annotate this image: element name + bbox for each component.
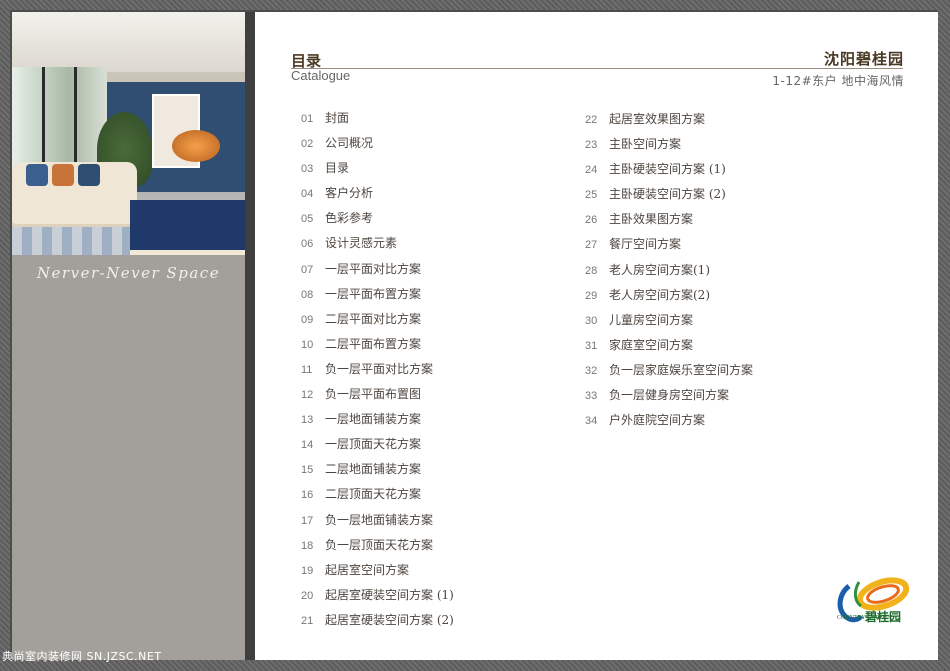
toc-item[interactable]: 13 一层地面铺装方案 — [301, 405, 454, 430]
toc-item[interactable]: 04 客户分析 — [301, 179, 454, 204]
toc-item[interactable]: 26 主卧效果图方案 — [585, 205, 753, 230]
toc-item[interactable]: 06 设计灵感元素 — [301, 229, 454, 254]
toc-item-label: 封面 — [325, 111, 350, 125]
toc-item-label: 公司概况 — [325, 136, 374, 151]
toc-item[interactable]: 20 起居室硬装空间方案 (1) — [301, 581, 454, 606]
toc-item[interactable]: 29 老人房空间方案(2) — [585, 281, 753, 306]
toc-item-label: 一层顶面天花方案 — [325, 437, 422, 452]
sidebar-slogan: Nerver-Never Space — [36, 264, 221, 282]
toc-item[interactable]: 07 一层平面对比方案 — [301, 255, 454, 280]
toc-item[interactable]: 08 一层平面布置方案 — [301, 280, 454, 305]
toc-item[interactable]: 18 负一层顶面天花方案 — [301, 531, 454, 556]
toc-item[interactable]: 31 家庭室空间方案 — [585, 331, 753, 356]
toc-item-label: 餐厅空间方案 — [609, 237, 682, 252]
toc-item[interactable]: 16 二层顶面天花方案 — [301, 480, 454, 505]
toc-item-number: 16 — [301, 489, 314, 502]
toc-left-column: 01 封面 02 公司概况 03 目录 04 客户分析 05 色彩参考 06 设计灵感元素 07 一层平面… — [301, 104, 454, 631]
toc-item-label: 老人房空间方案(2) — [609, 287, 710, 302]
toc-item[interactable]: 17 负一层地面铺装方案 — [301, 506, 454, 531]
toc-item[interactable]: 05 色彩参考 — [301, 204, 454, 229]
toc-item[interactable]: 14 一层顶面天花方案 — [301, 430, 454, 455]
project-name: 沈阳碧桂园 — [823, 50, 904, 68]
project-subtitle: 1-12#东户 地中海风情 — [772, 74, 904, 88]
toc-item-label: 目录 — [325, 161, 350, 176]
toc-item-label: 起居室硬装空间方案 (1) — [325, 587, 454, 602]
toc-item[interactable]: 09 二层平面对比方案 — [301, 305, 454, 330]
toc-item-label: 一层平面对比方案 — [325, 261, 422, 276]
toc-item[interactable]: 27 餐厅空间方案 — [585, 230, 753, 255]
toc-item[interactable]: 30 儿童房空间方案 — [585, 306, 753, 331]
toc-item-label: 二层地面铺装方案 — [325, 462, 422, 477]
toc-item[interactable]: 23 主卧空间方案 — [585, 130, 753, 155]
toc-item-label: 主卧效果图方案 — [609, 212, 694, 227]
toc-item-label: 负一层家庭娱乐室空间方案 — [609, 362, 754, 377]
toc-item[interactable]: 25 主卧硬装空间方案 (2) — [585, 180, 753, 205]
toc-item[interactable]: 03 目录 — [301, 154, 454, 179]
toc-item-label: 二层顶面天花方案 — [325, 487, 422, 502]
toc-item-number: 29 — [585, 289, 598, 302]
toc-item[interactable]: 32 负一层家庭娱乐室空间方案 — [585, 356, 753, 381]
toc-item[interactable]: 33 负一层健身房空间方案 — [585, 381, 753, 406]
toc-item-label: 负一层地面铺装方案 — [325, 512, 434, 527]
toc-item-number: 28 — [585, 264, 598, 277]
toc-item-number: 07 — [301, 263, 314, 276]
toc-item[interactable]: 15 二层地面铺装方案 — [301, 455, 454, 480]
toc-item-label: 起居室硬装空间方案 (2) — [325, 612, 454, 627]
toc-item-label: 一层地面铺装方案 — [325, 412, 422, 427]
toc-item-label: 负一层顶面天花方案 — [325, 537, 434, 552]
toc-item-label: 负一层平面布置图 — [325, 387, 422, 402]
header-rule — [291, 68, 903, 69]
toc-item-label: 起居室空间方案 — [325, 562, 410, 577]
toc-item-label: 二层平面布置方案 — [325, 336, 422, 351]
site-watermark: 典尚室内装修网 SN.JZSC.NET — [2, 650, 162, 663]
toc-item-label: 家庭室空间方案 — [609, 337, 694, 352]
catalogue-page: 目录 Catalogue 沈阳碧桂园 1-12#东户 地中海风情 01 封面 02 公… — [255, 12, 938, 660]
toc-item[interactable]: 02 公司概况 — [301, 129, 454, 154]
toc-item[interactable]: 19 起居室空间方案 — [301, 556, 454, 581]
toc-item-label: 起居室效果图方案 — [609, 112, 706, 126]
toc-item-label: 一层平面布置方案 — [325, 286, 422, 301]
toc-item-label: 儿童房空间方案 — [609, 312, 694, 327]
toc-item-number: 08 — [301, 288, 314, 301]
toc-item-label: 负一层平面对比方案 — [325, 361, 434, 376]
toc-item-number: 21 — [301, 614, 314, 627]
toc-item[interactable]: 11 负一层平面对比方案 — [301, 355, 454, 380]
toc-right-column: 22 起居室效果图方案 23 主卧空间方案 24 主卧硬装空间方案 (1) 25 主卧硬装空间… — [585, 105, 753, 431]
page-title-english: Catalogue — [291, 68, 351, 83]
toc-item[interactable]: 28 老人房空间方案(1) — [585, 256, 753, 281]
toc-item-number: 34 — [585, 415, 598, 428]
toc-item[interactable]: 21 起居室硬装空间方案 (2) — [301, 606, 454, 631]
sidebar-divider — [245, 12, 255, 660]
toc-item-label: 主卧硬装空间方案 (2) — [609, 187, 726, 202]
toc-item-label: 二层平面对比方案 — [325, 311, 422, 326]
toc-item[interactable]: 34 户外庭院空间方案 — [585, 406, 753, 431]
toc-item-label: 色彩参考 — [325, 211, 374, 226]
toc-item[interactable]: 24 主卧硬装空间方案 (1) — [585, 155, 753, 180]
toc-item-number: 06 — [301, 238, 314, 251]
toc-item-label: 户外庭院空间方案 — [609, 413, 706, 428]
toc-item-number: 27 — [585, 239, 598, 252]
toc-item-label: 负一层健身房空间方案 — [609, 388, 730, 403]
toc-item-label: 设计灵感元素 — [325, 236, 398, 251]
toc-item[interactable]: 12 负一层平面布置图 — [301, 380, 454, 405]
toc-item-label: 客户分析 — [325, 186, 374, 201]
toc-item-label: 主卧空间方案 — [609, 137, 682, 152]
toc-item[interactable]: 10 二层平面布置方案 — [301, 330, 454, 355]
sidebar: Nerver-Never Space — [12, 12, 245, 660]
logo-name-english: COUNTRY GARDEN — [837, 615, 892, 621]
toc-item-label: 老人房空间方案(1) — [609, 262, 710, 277]
interior-photo — [12, 12, 245, 255]
toc-item[interactable]: 01 封面 — [301, 104, 454, 129]
toc-item[interactable]: 22 起居室效果图方案 — [585, 105, 753, 130]
toc-item-number: 17 — [301, 514, 314, 527]
toc-item-number: 18 — [301, 539, 314, 552]
toc-item-label: 主卧硬装空间方案 (1) — [609, 162, 726, 177]
